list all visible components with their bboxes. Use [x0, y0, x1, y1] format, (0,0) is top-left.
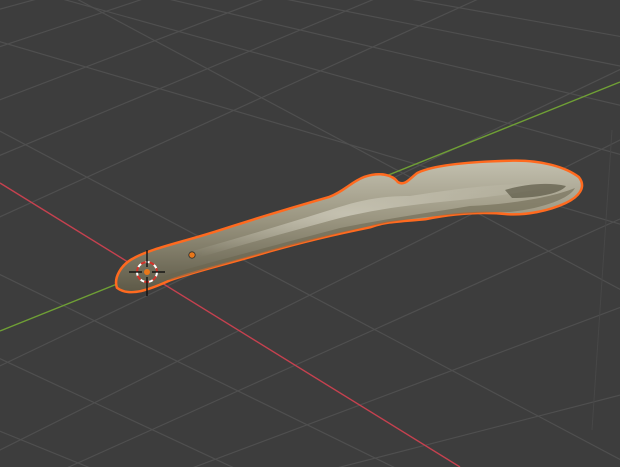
object-origin-point[interactable]	[188, 251, 196, 259]
viewport-canvas[interactable]	[0, 0, 620, 467]
3d-viewport[interactable]	[0, 0, 620, 467]
